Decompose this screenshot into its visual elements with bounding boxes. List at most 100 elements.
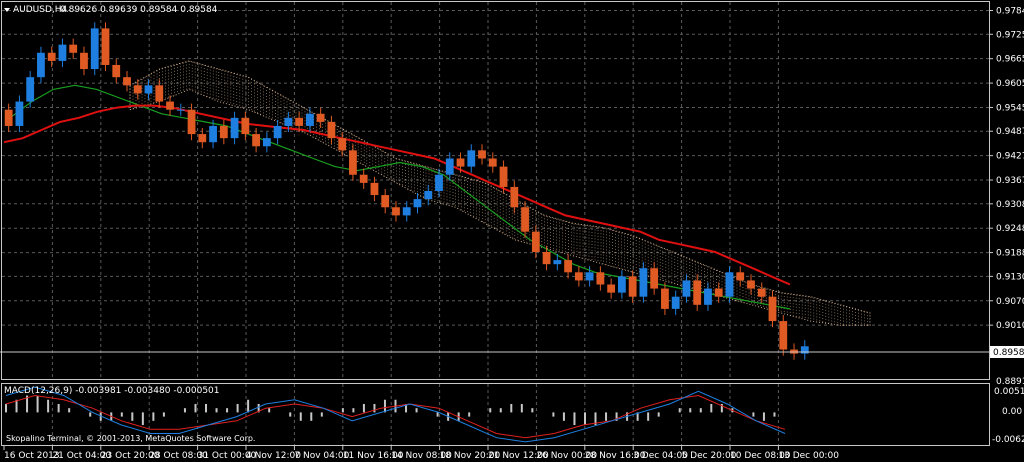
candle-body [553, 260, 562, 265]
candle-body [499, 166, 508, 187]
candle-body [639, 268, 648, 297]
candle-body [26, 77, 35, 102]
candle-body [219, 125, 228, 139]
candle-body [392, 207, 400, 216]
candle-body [661, 288, 669, 309]
macd-label: MACD(12,26,9) -0.003981 -0.003480 -0.000… [4, 386, 220, 396]
candle-body [693, 280, 702, 305]
chart-window: 0.97840 0.97255 0.96655 0.96055 0.95455 0.948… [0, 0, 1024, 462]
candle-body [112, 64, 121, 78]
candle-body [757, 288, 766, 297]
candle-body [671, 296, 680, 309]
price-tick-label: 0.91885 [996, 249, 1024, 259]
candle-body [456, 158, 465, 167]
candle-body [445, 158, 454, 175]
candle-body [435, 174, 443, 191]
candle-body [80, 52, 88, 70]
candle-body [338, 138, 347, 151]
candle-body [252, 134, 261, 147]
candle-body [47, 52, 56, 61]
candle-body [198, 134, 207, 143]
price-tick-label: 0.96055 [996, 79, 1024, 89]
price-tick-label: 0.92485 [996, 224, 1024, 234]
candle-body [187, 109, 196, 135]
candle-body [273, 125, 282, 139]
price-tick-label: 0.93670 [996, 176, 1024, 186]
candle-body [402, 207, 411, 216]
candle-body [704, 288, 712, 305]
candle-body [531, 231, 540, 252]
price-tick-label: 0.94270 [996, 152, 1024, 162]
candle-body [650, 268, 659, 289]
candle-body [4, 109, 13, 126]
time-tick-label: 5 Dec 20:00 [682, 451, 737, 461]
candle-body [262, 138, 271, 147]
bid-label: 0.89584 [993, 348, 1024, 358]
time-tick-label: 3 Dec 04:00 [633, 451, 688, 461]
candle-body [585, 272, 594, 281]
ohlc-label: 0.89626 0.89639 0.89584 0.89584 [60, 5, 218, 15]
price-tick-label: 0.96655 [996, 55, 1024, 65]
price-tick-label: 0.91300 [996, 272, 1024, 282]
candle-body [424, 191, 433, 200]
candle-body [736, 272, 745, 281]
candle-body [284, 117, 293, 126]
time-tick-label: 7 Nov 04:00 [294, 451, 349, 461]
time-tick-label: 4 Nov 12:00 [246, 451, 301, 461]
candle-body [349, 150, 357, 175]
candle-body [230, 117, 239, 139]
candle-body [295, 117, 304, 126]
candle-body [467, 150, 476, 167]
time-tick-label: 16 Oct 2013 [4, 451, 60, 461]
candle-body [779, 321, 788, 350]
macd-tick-zero: 0.00 [1002, 407, 1022, 417]
candle-body [714, 288, 723, 297]
candle-body [133, 85, 142, 94]
candle-body [725, 272, 734, 297]
macd-tick-top: 0.005151 [994, 387, 1024, 397]
candle-body [209, 125, 217, 143]
candle-body [90, 28, 99, 70]
candle-body [144, 85, 153, 94]
candle-body [241, 117, 250, 135]
candle-body [564, 260, 572, 273]
candle-body [574, 272, 583, 281]
price-tick-label: 0.95455 [996, 103, 1024, 113]
candle-body [478, 150, 486, 159]
candle-body [176, 109, 185, 111]
candle-body [682, 280, 691, 297]
candle-body [69, 44, 78, 53]
price-tick-label: 0.97255 [996, 30, 1024, 40]
time-tick-label: 13 Dec 00:00 [778, 451, 839, 461]
candle-body [413, 199, 422, 208]
price-tick-label: 0.97840 [996, 7, 1024, 17]
candle-body [316, 113, 325, 122]
candle-body [617, 276, 626, 293]
candle-body [510, 186, 519, 208]
candle-body [607, 284, 616, 293]
candle-body [628, 276, 637, 297]
price-tick-label: 0.94870 [996, 127, 1024, 137]
candle-body [747, 280, 755, 289]
price-tick-label: 0.93085 [996, 200, 1024, 210]
candle-body [596, 272, 605, 285]
candle-body [370, 182, 379, 196]
candle-body [155, 85, 164, 102]
candle-body [58, 44, 67, 61]
candle-body [381, 195, 390, 208]
candle-body [542, 251, 551, 265]
candle-body [166, 101, 174, 110]
candle-body [521, 207, 529, 232]
copyright-label: Skopalino Terminal, © 2001-2013, MetaQuo… [6, 434, 255, 443]
candle-body [123, 77, 131, 86]
candle-body [15, 101, 24, 126]
candle-body [37, 52, 45, 78]
candle-body [305, 113, 314, 126]
candle-body [800, 346, 809, 354]
candle-body [359, 174, 368, 183]
price-tick-label: 0.90100 [996, 321, 1024, 331]
candle-body [768, 296, 777, 322]
macd-tick-bottom: -0.006255 [992, 435, 1024, 445]
candle-body [327, 121, 336, 139]
price-tick-bottom: 0.88915 [996, 377, 1024, 387]
